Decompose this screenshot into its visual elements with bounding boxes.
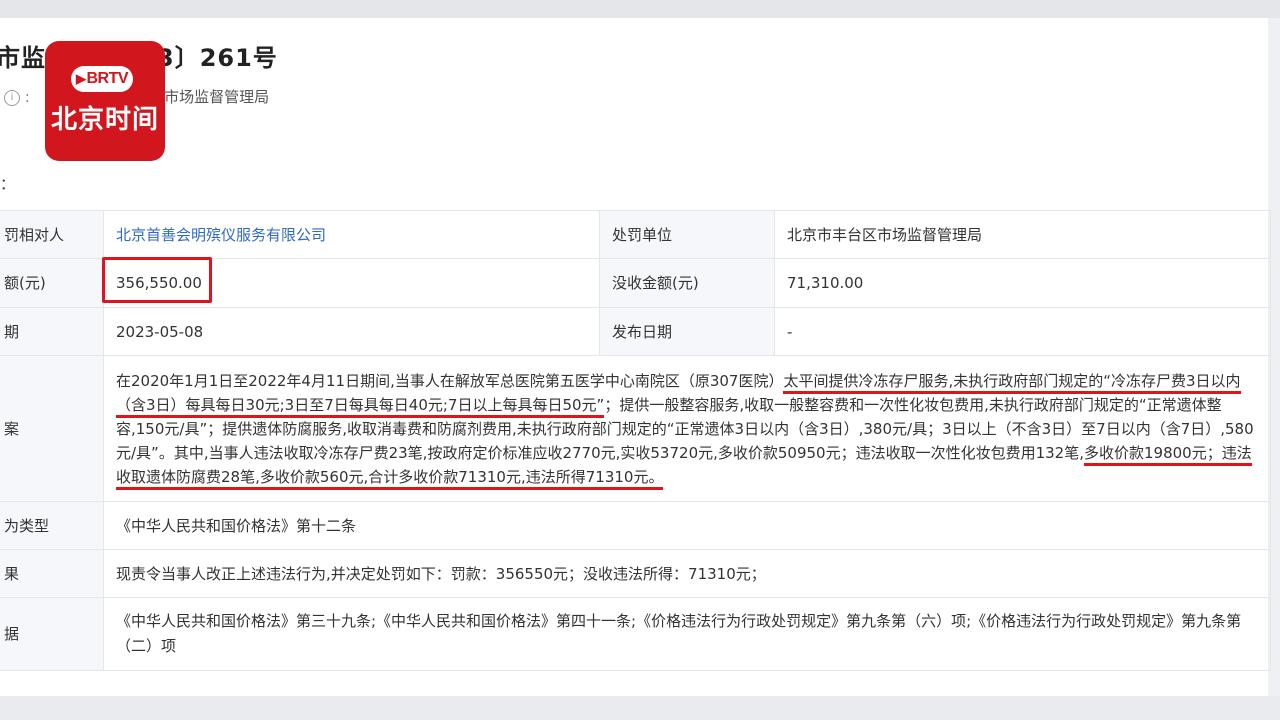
unit-label: 处罚单位 — [599, 210, 775, 259]
section-mark: ： — [0, 175, 16, 193]
title-tail: 3〕261号 — [157, 44, 278, 72]
confiscate-label: 没收金额(元) — [599, 258, 775, 308]
fine-highlight-box — [102, 257, 212, 303]
logo-name: 北京时间 — [50, 105, 159, 135]
top-strip — [0, 0, 1280, 18]
unit-value: 北京市丰台区市场监督管理局 — [774, 210, 1271, 259]
facts-label: 案 — [0, 355, 104, 502]
table-row: 期 2023-05-08 发布日期 - — [0, 307, 1271, 356]
date-label: 期 — [0, 307, 104, 356]
type-label: 为类型 — [0, 501, 104, 550]
party-value[interactable]: 北京首善会明殡仪服务有限公司 — [103, 210, 600, 259]
bottom-strip — [0, 696, 1280, 720]
party-label: 罚相对人 — [0, 210, 104, 259]
basis-value: 《中华人民共和国价格法》第三十九条;《中华人民共和国价格法》第四十一条;《价格违… — [103, 597, 1271, 671]
table-row: 果 现责令当事人改正上述违法行为,并决定处罚如下：罚款：356550元；没收违法… — [0, 549, 1271, 598]
table-row: 案 在2020年1月1日至2022年4月11日期间,当事人在解放军总医院第五医学… — [0, 355, 1271, 502]
confiscate-value: 71,310.00 — [774, 258, 1271, 308]
play-icon: ▶ — [75, 71, 86, 86]
fine-label: 额(元) — [0, 258, 104, 308]
table-row: 罚相对人 北京首善会明殡仪服务有限公司 处罚单位 北京市丰台区市场监督管理局 — [0, 210, 1271, 259]
date-value: 2023-05-08 — [103, 307, 600, 356]
type-value: 《中华人民共和国价格法》第十二条 — [103, 501, 1271, 550]
facts-value: 在2020年1月1日至2022年4月11日期间,当事人在解放军总医院第五医学中心… — [103, 355, 1271, 502]
table-row: 据 《中华人民共和国价格法》第三十九条;《中华人民共和国价格法》第四十一条;《价… — [0, 597, 1271, 671]
brtv-logo: ▶BRTV 北京时间 — [45, 41, 165, 161]
info-icon: i — [4, 89, 20, 106]
result-label: 果 — [0, 549, 104, 598]
facts-part-1: 在2020年1月1日至2022年4月11日期间,当事人在解放军总医院第五医学中心… — [116, 371, 784, 390]
publish-label: 发布日期 — [599, 307, 775, 356]
result-value: 现责令当事人改正上述违法行为,并决定处罚如下：罚款：356550元；没收违法所得… — [103, 549, 1271, 598]
basis-label: 据 — [0, 597, 104, 671]
brtv-badge: ▶BRTV — [71, 66, 133, 92]
company-link[interactable]: 北京首善会明殡仪服务有限公司 — [116, 226, 326, 244]
publish-value: - — [774, 307, 1271, 356]
table-row: 为类型 《中华人民共和国价格法》第十二条 — [0, 501, 1271, 550]
